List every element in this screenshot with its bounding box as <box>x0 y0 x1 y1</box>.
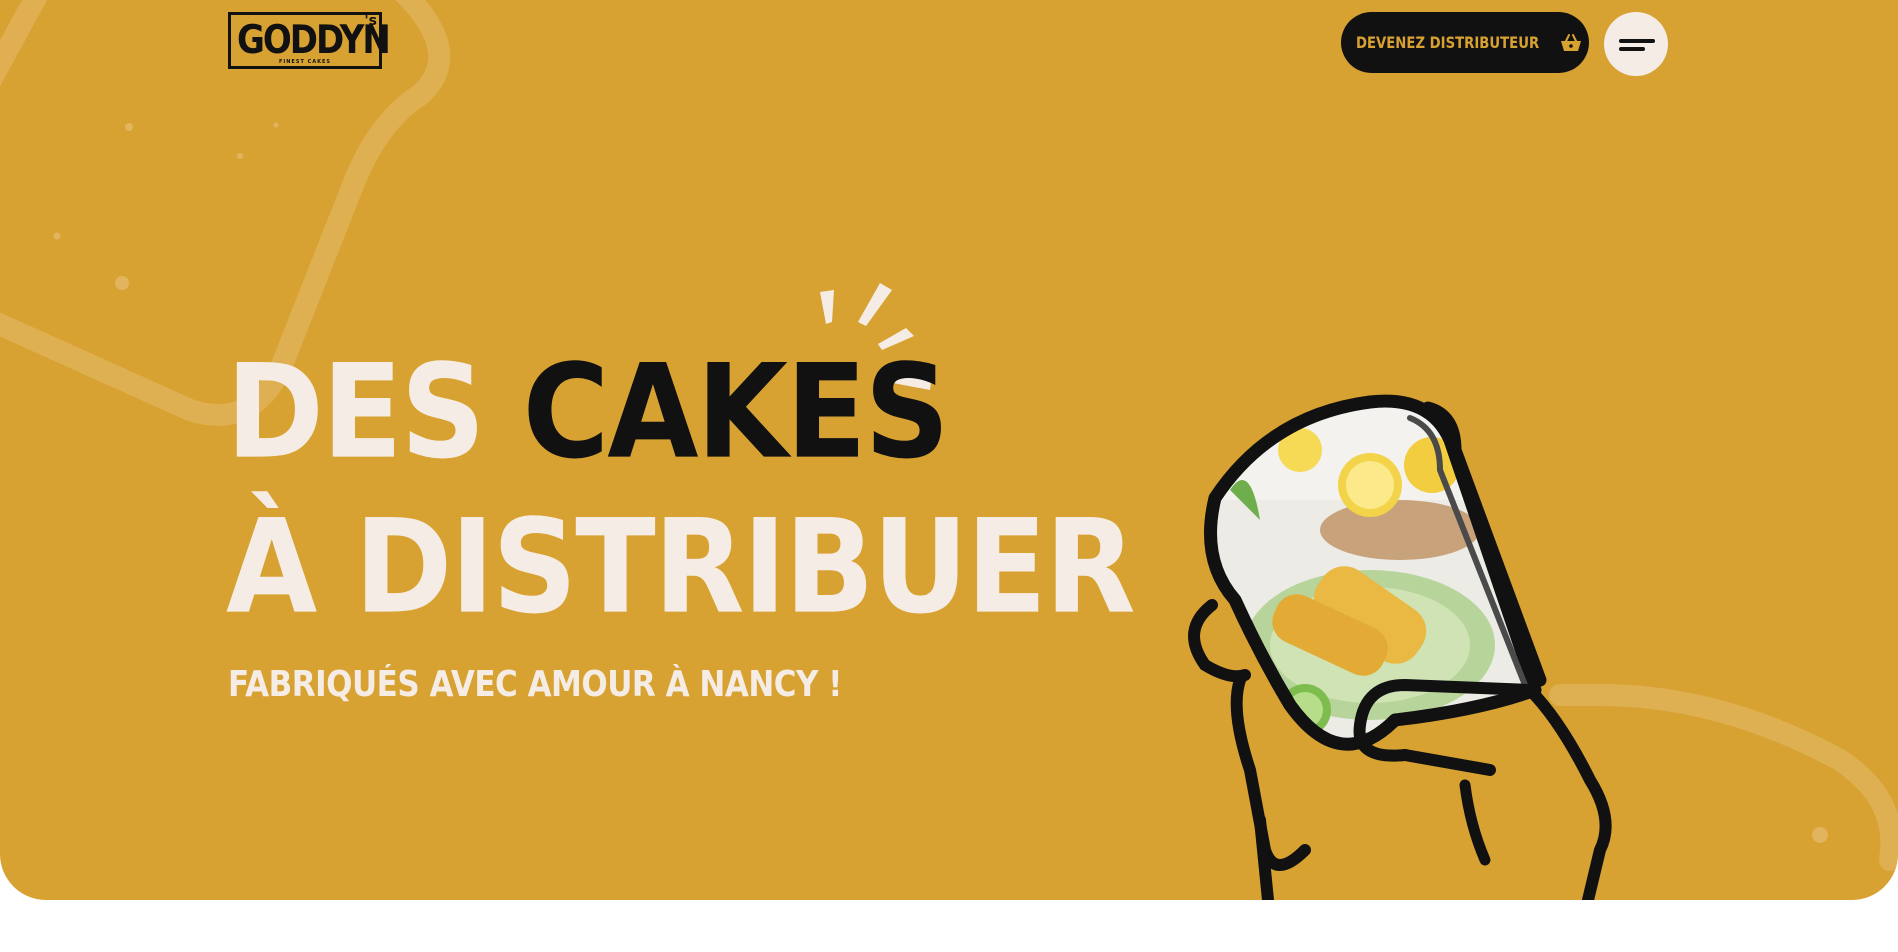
hero-title-word-des: DES <box>226 335 486 488</box>
hero-section: GODDYN 's FINEST CAKES DEVENEZ DISTRIBUT… <box>0 0 1898 900</box>
hero-title-line-1: DES CAKES <box>226 340 950 483</box>
hero-title-word-cakes: CAKES <box>522 335 950 488</box>
hero-subtitle: FABRIQUÉS AVEC AMOUR À NANCY ! <box>228 664 842 706</box>
hand-holding-cake-illustration <box>1188 394 1612 900</box>
hero-title-line-2: À DISTRIBUER <box>226 490 1136 643</box>
